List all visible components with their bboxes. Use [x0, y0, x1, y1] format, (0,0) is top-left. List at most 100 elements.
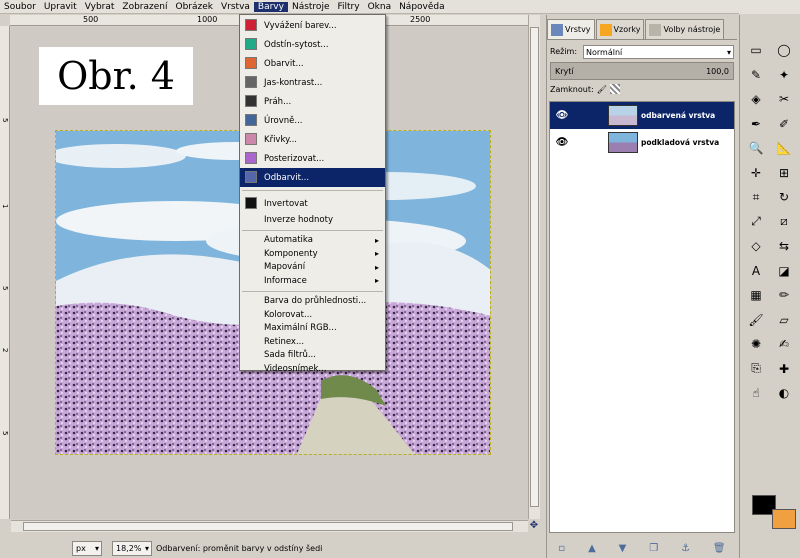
menu-zobrazení[interactable]: Zobrazení	[118, 2, 171, 12]
zoom-select[interactable]: 18,2% ▾	[112, 540, 152, 556]
menu-item[interactable]: Křivky...	[240, 130, 385, 149]
menu-item[interactable]: Obarvit...	[240, 54, 385, 73]
menu-item[interactable]: Informace ▸	[240, 274, 385, 288]
color-swatches[interactable]	[750, 493, 800, 543]
tab-tool-options[interactable]: Volby nástroje	[645, 19, 725, 39]
mode-select[interactable]: Normální ▾	[583, 45, 734, 59]
raise-layer-icon[interactable]: ▲	[588, 543, 596, 554]
color-picker-tool-icon[interactable]: ✐	[773, 113, 795, 135]
vertical-scrollbar[interactable]	[528, 15, 540, 519]
shear-tool-icon[interactable]: ⧄	[773, 211, 795, 233]
layer-row[interactable]: 👁 podkladová vrstva	[550, 129, 734, 156]
menu-item-label: Barva do průhlednosti...	[264, 296, 367, 307]
menu-item[interactable]: Maximální RGB...	[240, 322, 385, 336]
menu-vrstva[interactable]: Vrstva	[217, 2, 254, 12]
menu-item[interactable]: Retinex...	[240, 335, 385, 349]
menu-item[interactable]: Barva do průhlednosti...	[240, 295, 385, 309]
visibility-eye-icon[interactable]: 👁	[550, 110, 574, 121]
menu-item[interactable]: Posterizovat...	[240, 149, 385, 168]
menu-item[interactable]: Inverze hodnoty	[240, 213, 385, 227]
delete-layer-icon[interactable]: 🗑	[713, 543, 726, 554]
opacity-slider[interactable]: Krytí 100,0	[550, 62, 734, 80]
scroll-thumb[interactable]	[23, 522, 513, 531]
pencil-tool-icon[interactable]: ✏	[773, 284, 795, 306]
scale-tool-icon[interactable]: ⤢	[745, 211, 767, 233]
menu-filtry[interactable]: Filtry	[333, 2, 363, 12]
zoom-tool-icon[interactable]: 🔍	[745, 137, 767, 159]
airbrush-tool-icon[interactable]: ✺	[745, 333, 767, 355]
crop-tool-icon[interactable]: ⌗	[745, 186, 767, 208]
menu-item[interactable]: Komponenty ▸	[240, 247, 385, 261]
fuzzy-select-tool-icon[interactable]: ✦	[773, 64, 795, 86]
blend-tool-icon[interactable]: ▦	[745, 284, 767, 306]
perspective-tool-icon[interactable]: ◇	[745, 235, 767, 257]
menu-item[interactable]: Odbarvit...	[240, 168, 385, 187]
rect-select-tool-icon[interactable]: ▭	[745, 39, 767, 61]
menu-okna[interactable]: Okna	[364, 2, 396, 12]
background-color[interactable]	[772, 509, 796, 529]
menu-item[interactable]: Automatika ▸	[240, 234, 385, 248]
measure-tool-icon[interactable]: 📐	[773, 137, 795, 159]
menu-item-label: Posterizovat...	[264, 153, 325, 164]
tab-patterns[interactable]: Vzorky	[595, 19, 645, 39]
visibility-eye-icon[interactable]: 👁	[550, 137, 574, 148]
unit-select[interactable]: px ▾	[72, 540, 102, 556]
menu-item[interactable]: Mapování ▸	[240, 261, 385, 275]
menu-soubor[interactable]: Soubor	[0, 2, 40, 12]
menu-item[interactable]: Úrovně...	[240, 111, 385, 130]
eraser-tool-icon[interactable]: ▱	[773, 309, 795, 331]
scroll-thumb[interactable]	[530, 27, 539, 507]
color-select-tool-icon[interactable]: ◈	[745, 88, 767, 110]
menu-item-label: Vyvážení barev...	[264, 20, 337, 31]
menu-item[interactable]: Sada filtrů...	[240, 349, 385, 363]
status-message: Odbarvení: proměnit barvy v odstíny šedi	[156, 543, 323, 553]
ellipse-select-tool-icon[interactable]: ◯	[773, 39, 795, 61]
paths-tool-icon[interactable]: ✒	[745, 113, 767, 135]
brush-lock-icon[interactable]: 🖌	[597, 85, 607, 94]
menu-nástroje[interactable]: Nástroje	[288, 2, 334, 12]
move-tool-icon[interactable]: ✛	[745, 162, 767, 184]
layer-row[interactable]: 👁 odbarvená vrstva	[550, 102, 734, 129]
smudge-tool-icon[interactable]: ☝	[745, 382, 767, 404]
lower-layer-icon[interactable]: ▼	[619, 543, 627, 554]
scissors-select-tool-icon[interactable]: ✂	[773, 88, 795, 110]
menu-vybrat[interactable]: Vybrat	[81, 2, 119, 12]
pattern-icon	[599, 23, 612, 36]
text-tool-icon[interactable]: A	[745, 260, 767, 282]
menu-item[interactable]: Videosnímek...	[240, 362, 385, 376]
mode-value: Normální	[586, 47, 623, 57]
menu-item[interactable]: Invertovat	[240, 194, 385, 213]
dodge-burn-tool-icon[interactable]: ◐	[773, 382, 795, 404]
flip-tool-icon[interactable]: ⇆	[773, 235, 795, 257]
menu-nápověda[interactable]: Nápověda	[395, 2, 449, 12]
menu-item[interactable]: Odstín-sytost...	[240, 35, 385, 54]
new-layer-icon[interactable]: ▫	[558, 543, 565, 554]
menu-obrázek[interactable]: Obrázek	[172, 2, 218, 12]
align-tool-icon[interactable]: ⊞	[773, 162, 795, 184]
menu-item[interactable]: Práh...	[240, 92, 385, 111]
menu-barvy[interactable]: Barvy	[253, 1, 288, 12]
heal-tool-icon[interactable]: ✚	[773, 358, 795, 380]
layer-name: podkladová vrstva	[641, 138, 720, 147]
duplicate-layer-icon[interactable]: ❐	[649, 543, 658, 554]
menu-item-label: Invertovat	[264, 198, 308, 209]
anchor-layer-icon[interactable]: ⚓	[681, 543, 690, 554]
free-select-tool-icon[interactable]: ✎	[745, 64, 767, 86]
alpha-lock-icon[interactable]	[609, 84, 620, 94]
menu-item-label: Obarvit...	[264, 58, 304, 69]
ruler-label: 2500	[410, 15, 431, 24]
paintbrush-tool-icon[interactable]: 🖌	[745, 309, 767, 331]
horizontal-scrollbar[interactable]	[11, 520, 528, 532]
tab-label: Vrstvy	[565, 25, 591, 34]
clone-tool-icon[interactable]: ⎘	[745, 358, 767, 380]
menu-upravit[interactable]: Upravit	[40, 2, 81, 12]
menu-item[interactable]: Vyvážení barev...	[240, 16, 385, 35]
ink-tool-icon[interactable]: ✍	[773, 333, 795, 355]
menu-item[interactable]: Jas-kontrast...	[240, 73, 385, 92]
menu-item[interactable]: Kolorovat...	[240, 308, 385, 322]
navigate-icon[interactable]: ✥	[528, 520, 540, 532]
bucket-fill-tool-icon[interactable]: ◪	[773, 260, 795, 282]
menu-item-label: Maximální RGB...	[264, 323, 337, 334]
rotate-tool-icon[interactable]: ↻	[773, 186, 795, 208]
tab-layers[interactable]: Vrstvy	[547, 19, 595, 39]
